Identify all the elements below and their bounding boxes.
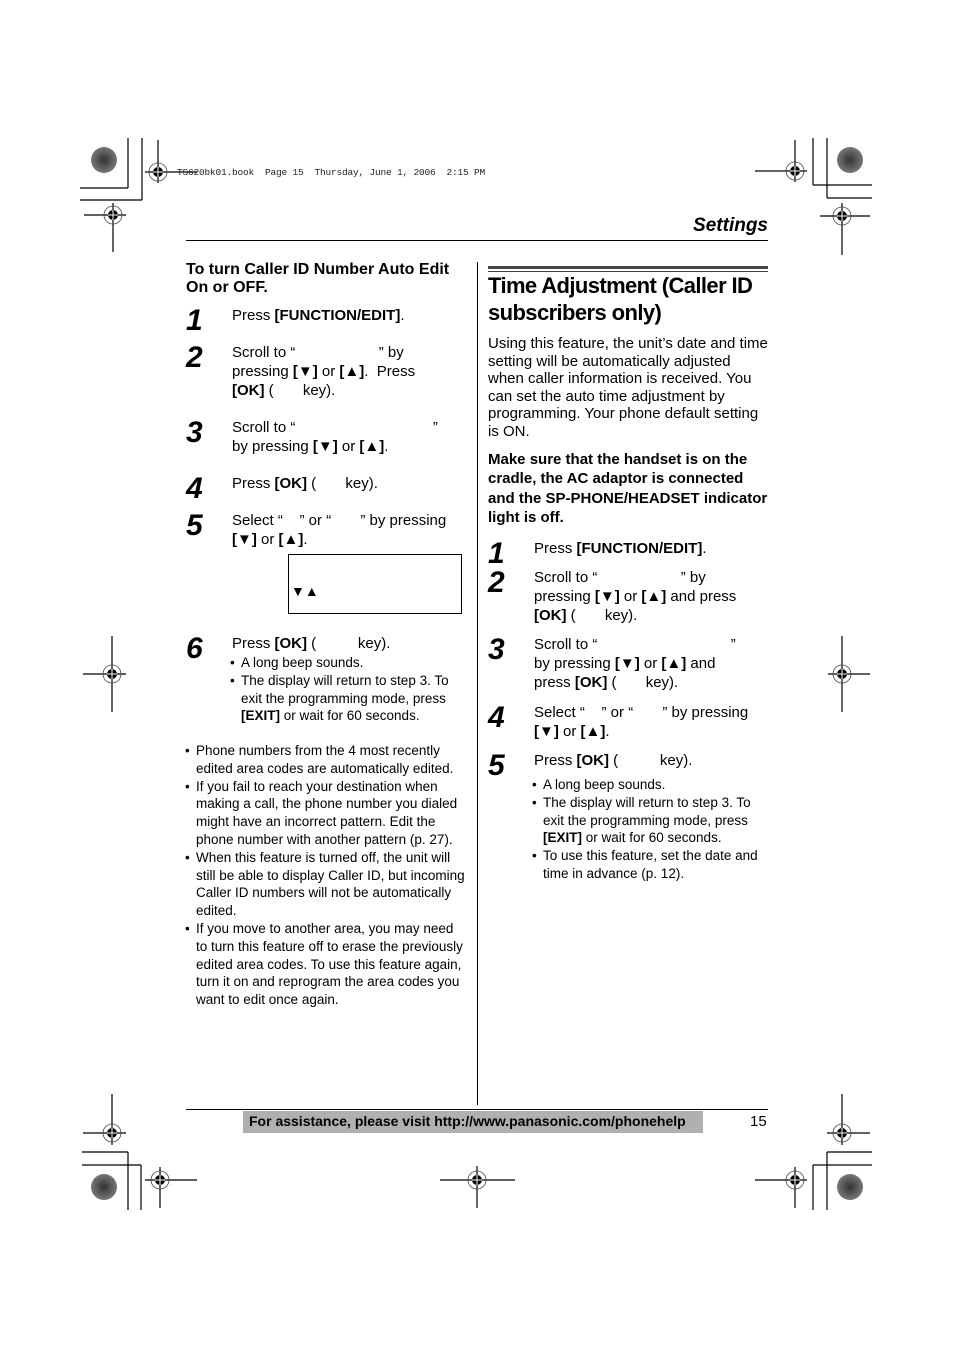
ok-key: [OK] (274, 635, 308, 652)
note-item: If you fail to reach your destination wh… (185, 778, 467, 849)
time-adjustment-heading: Time Adjustment (Caller ID subscribers o… (488, 273, 753, 325)
handset-display-illustration: ▼▲ (288, 554, 462, 614)
ok-key: [OK] (534, 607, 567, 624)
down-key: [▼] (534, 723, 559, 740)
exit-key: [EXIT] (241, 708, 280, 724)
intro-paragraph: Using this feature, the unit’s date and … (488, 335, 768, 440)
step-number: 3 (488, 633, 505, 666)
heading-rule-thick (488, 266, 768, 269)
function-edit-key: [FUNCTION/EDIT] (576, 540, 703, 557)
note-item: If you move to another area, you may nee… (185, 920, 467, 1009)
bullet-item: A long beep sounds. (230, 654, 465, 672)
down-key: [▼] (614, 655, 640, 672)
down-key: [▼] (232, 531, 257, 548)
function-edit-key: [FUNCTION/EDIT] (274, 307, 401, 324)
down-key: [▼] (292, 363, 318, 380)
warning-paragraph: Make sure that the handset is on the cra… (488, 451, 768, 527)
column-divider (477, 262, 478, 1105)
exit-key: [EXIT] (543, 830, 582, 846)
step-number: 2 (488, 566, 505, 599)
ok-key: [OK] (576, 752, 610, 769)
step-number: 5 (186, 509, 203, 542)
color-dot-bottom-left (91, 1174, 117, 1200)
note-item: Phone numbers from the 4 most recently e… (185, 742, 467, 778)
scroll-arrows-icon: ▼▲ (291, 583, 319, 599)
subheading-auto-edit: To turn Caller ID Number Auto Edit On or… (186, 261, 450, 296)
step-number: 1 (488, 537, 505, 570)
step-number: 4 (186, 472, 203, 505)
note-item: When this feature is turned off, the uni… (185, 849, 467, 920)
up-key: [▲] (339, 363, 365, 380)
assistance-link-text[interactable]: For assistance, please visit http://www.… (249, 1113, 686, 1129)
bullet-item: The display will return to step 3. To ex… (230, 672, 465, 725)
up-key: [▲] (359, 438, 385, 455)
step-number: 5 (488, 749, 505, 782)
right-step-5-notes: A long beep sounds. The display will ret… (532, 776, 770, 883)
bullet-item: The display will return to step 3. To ex… (532, 794, 770, 847)
bullet-item: To use this feature, set the date and ti… (532, 847, 770, 883)
header-rule (186, 240, 768, 241)
footer-rule (186, 1109, 768, 1110)
book-file-header: TS620bk01.book Page 15 Thursday, June 1,… (177, 167, 486, 178)
section-title: Settings (693, 215, 768, 236)
step-number: 6 (186, 632, 203, 665)
down-key: [▼] (594, 588, 620, 605)
color-dot-top-right (837, 147, 863, 173)
step-number: 2 (186, 341, 203, 374)
color-dot-bottom-right (837, 1174, 863, 1200)
up-key: [▲] (661, 655, 687, 672)
bullet-item: A long beep sounds. (532, 776, 770, 794)
color-dot-top-left (91, 147, 117, 173)
up-key: [▲] (641, 588, 667, 605)
ok-key: [OK] (232, 382, 265, 399)
down-key: [▼] (312, 438, 338, 455)
auto-edit-notes: Phone numbers from the 4 most recently e… (185, 742, 467, 1009)
ok-key: [OK] (274, 475, 308, 492)
page-number: 15 (750, 1113, 767, 1130)
step-number: 1 (186, 304, 203, 337)
step-number: 3 (186, 416, 203, 449)
left-step-6-notes: A long beep sounds. The display will ret… (230, 654, 465, 725)
up-key: [▲] (278, 531, 304, 548)
step-number: 4 (488, 701, 505, 734)
ok-key: [OK] (574, 674, 608, 691)
up-key: [▲] (580, 723, 606, 740)
